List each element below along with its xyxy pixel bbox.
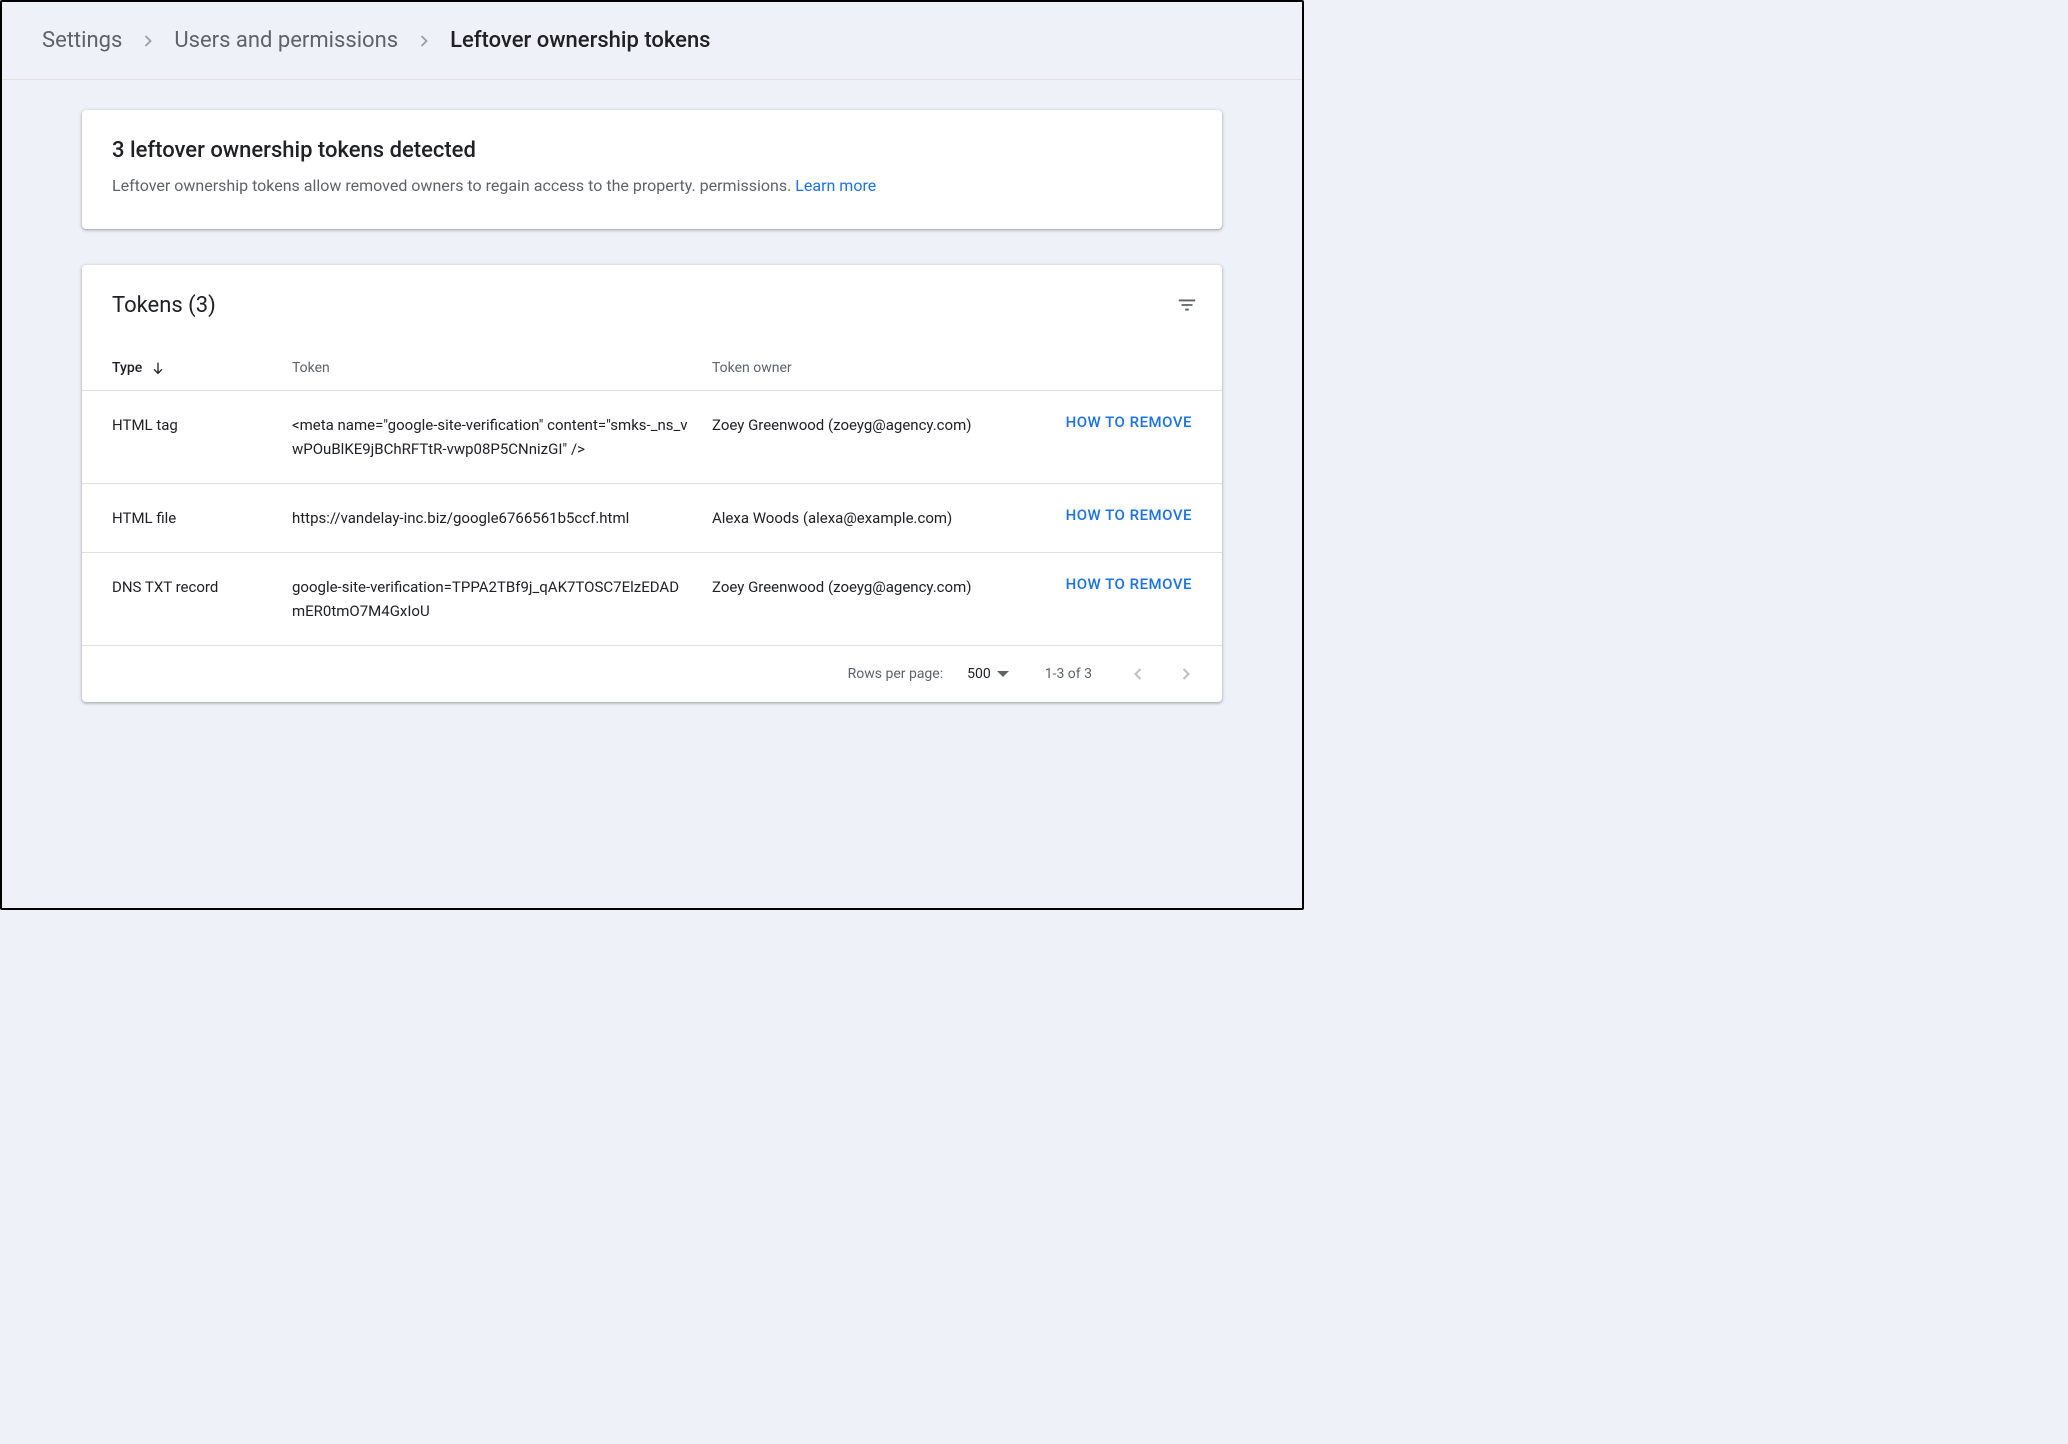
rows-per-page: Rows per page: 500: [848, 666, 1009, 682]
chevron-right-icon: [414, 31, 434, 51]
notice-body-text: Leftover ownership tokens allow removed …: [112, 176, 795, 195]
rows-per-page-label: Rows per page:: [848, 666, 943, 682]
tokens-table-card: Tokens (3) Type Token Token owner HTML t…: [82, 265, 1222, 702]
breadcrumb-current: Leftover ownership tokens: [450, 28, 710, 53]
how-to-remove-button[interactable]: HOW TO REMOVE: [1066, 575, 1192, 593]
learn-more-link[interactable]: Learn more: [795, 176, 876, 195]
column-header-type[interactable]: Type: [112, 360, 292, 376]
cell-type: HTML tag: [112, 413, 292, 437]
content-area: 3 leftover ownership tokens detected Lef…: [2, 80, 1302, 908]
pagination-range: 1-3 of 3: [1045, 666, 1092, 682]
rows-per-page-select[interactable]: 500: [967, 666, 1009, 682]
table-row: DNS TXT recordgoogle-site-verification=T…: [82, 553, 1222, 646]
breadcrumb: Settings Users and permissions Leftover …: [2, 2, 1302, 80]
table-row: HTML tag<meta name="google-site-verifica…: [82, 391, 1222, 484]
chevron-right-icon: [1176, 664, 1196, 684]
chevron-left-icon: [1128, 664, 1148, 684]
table-row: HTML filehttps://vandelay-inc.biz/google…: [82, 484, 1222, 553]
column-header-token[interactable]: Token: [292, 360, 712, 376]
next-page-button[interactable]: [1176, 664, 1196, 684]
cell-type: HTML file: [112, 506, 292, 530]
cell-type: DNS TXT record: [112, 575, 292, 599]
app-frame: Settings Users and permissions Leftover …: [0, 0, 1304, 910]
table-footer: Rows per page: 500 1-3 of 3: [82, 646, 1222, 702]
arrow-down-icon: [150, 360, 166, 376]
cell-token: https://vandelay-inc.biz/google6766561b5…: [292, 506, 712, 530]
chevron-right-icon: [138, 31, 158, 51]
notice-title: 3 leftover ownership tokens detected: [112, 138, 1192, 163]
breadcrumb-settings[interactable]: Settings: [42, 28, 122, 53]
filter-list-icon[interactable]: [1176, 294, 1198, 316]
table-column-headers: Type Token Token owner: [82, 346, 1222, 391]
cell-owner: Zoey Greenwood (zoeyg@agency.com): [712, 575, 1032, 599]
rows-per-page-value: 500: [967, 666, 991, 682]
table-title: Tokens (3): [112, 293, 216, 318]
column-header-owner[interactable]: Token owner: [712, 360, 1032, 376]
dropdown-icon: [997, 668, 1009, 680]
cell-owner: Zoey Greenwood (zoeyg@agency.com): [712, 413, 1032, 437]
cell-token: <meta name="google-site-verification" co…: [292, 413, 712, 461]
breadcrumb-users-permissions[interactable]: Users and permissions: [174, 28, 398, 53]
how-to-remove-button[interactable]: HOW TO REMOVE: [1066, 506, 1192, 524]
cell-token: google-site-verification=TPPA2TBf9j_qAK7…: [292, 575, 712, 623]
table-header: Tokens (3): [82, 265, 1222, 346]
how-to-remove-button[interactable]: HOW TO REMOVE: [1066, 413, 1192, 431]
column-header-type-label: Type: [112, 360, 142, 376]
notice-card: 3 leftover ownership tokens detected Lef…: [82, 110, 1222, 229]
pagination-nav: [1128, 664, 1196, 684]
table-body: HTML tag<meta name="google-site-verifica…: [82, 391, 1222, 646]
prev-page-button[interactable]: [1128, 664, 1148, 684]
notice-body: Leftover ownership tokens allow removed …: [112, 173, 1192, 199]
cell-owner: Alexa Woods (alexa@example.com): [712, 506, 1032, 530]
